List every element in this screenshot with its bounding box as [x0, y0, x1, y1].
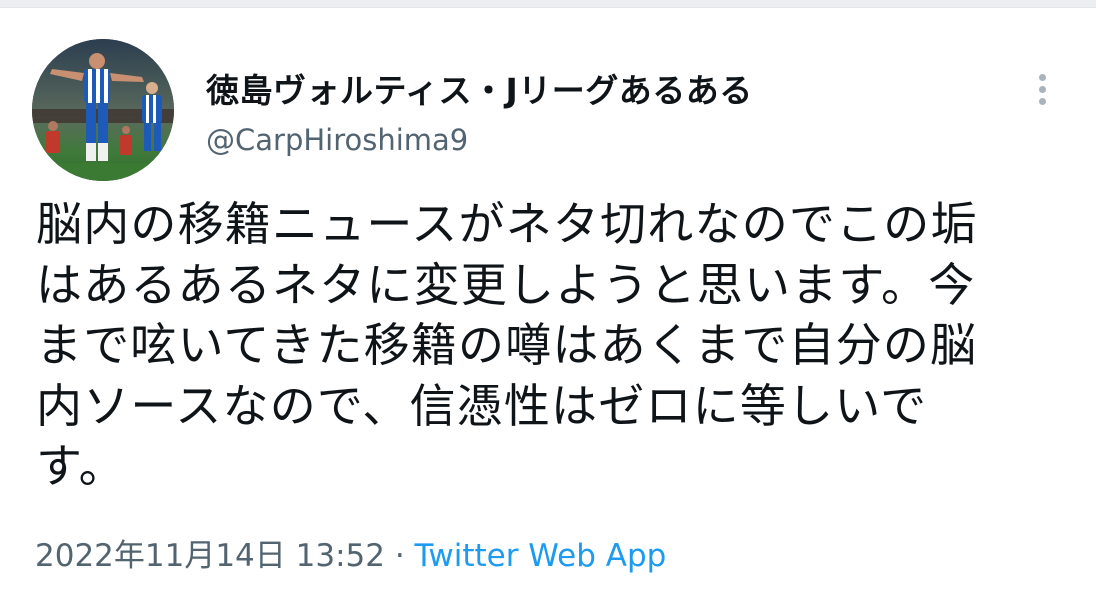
meta-separator: · — [384, 538, 415, 574]
author-display-name[interactable]: 徳島ヴォルティス・Jリーグあるある — [206, 64, 753, 112]
tweet-text: 脳内の移籍ニュースがネタ切れなのでこの垢 はあるあるネタに変更しようと思います。… — [36, 194, 1066, 497]
tweet-text-line: 脳内の移籍ニュースがネタ切れなのでこの垢 — [36, 197, 978, 251]
tweet-source-link[interactable]: Twitter Web App — [415, 538, 667, 574]
tweet-card: 徳島ヴォルティス・Jリーグあるある @CarpHiroshima9 脳内の移籍ニ… — [0, 8, 1096, 596]
tweet-meta: 2022年11月14日 13:52 · Twitter Web App — [35, 530, 666, 575]
tweet-timestamp[interactable]: 2022年11月14日 13:52 — [35, 538, 385, 574]
more-vertical-icon — [1038, 73, 1046, 105]
tweet-text-line: す。 — [36, 439, 126, 493]
tweet-text-line: はあるあるネタに変更しようと思います。今 — [36, 257, 976, 312]
more-options-button[interactable] — [1026, 65, 1058, 113]
author-handle[interactable]: @CarpHiroshima9 — [206, 123, 468, 157]
tweet-text-line: 内ソースなので、信憑性はゼロに等しいで — [36, 378, 928, 433]
avatar-image — [32, 39, 174, 181]
top-divider — [0, 0, 1096, 8]
avatar[interactable] — [32, 39, 174, 181]
tweet-text-line: まで呟いてきた移籍の噂はあくまで自分の脳 — [36, 318, 978, 372]
